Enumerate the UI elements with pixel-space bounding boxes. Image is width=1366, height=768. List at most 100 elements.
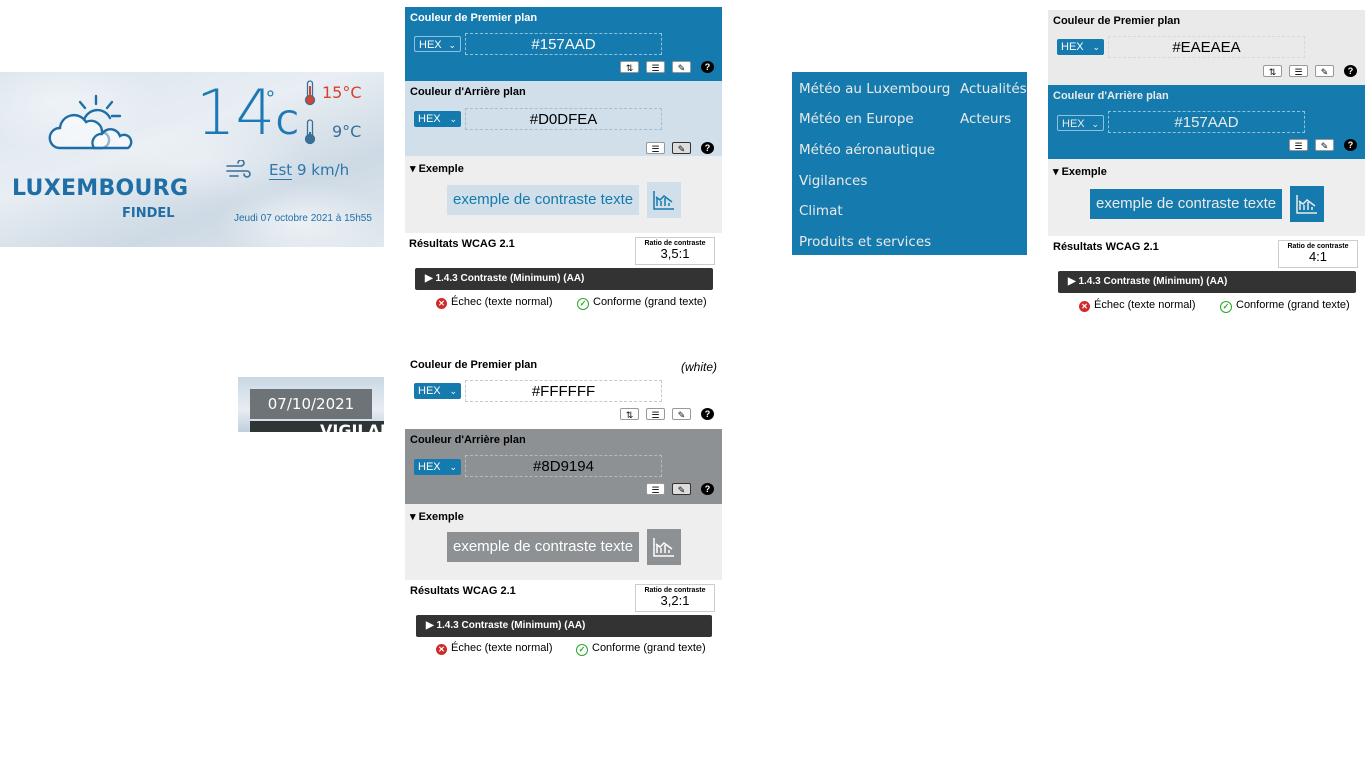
nav-item-meteo-luxembourg[interactable]: Météo au Luxembourg <box>799 81 950 97</box>
example-section: ▾ Exemple exemple de contraste texte <box>1048 159 1365 236</box>
help-icon[interactable]: ? <box>701 61 714 73</box>
chevron-down-icon: ⌄ <box>449 386 457 396</box>
foreground-format-select[interactable]: HEX ⌄ <box>414 36 461 52</box>
foreground-format-select[interactable]: HEX ⌄ <box>1057 39 1104 55</box>
nav-item-meteo-europe[interactable]: Météo en Europe <box>799 111 914 127</box>
max-temperature: 15°C <box>322 83 362 102</box>
results-title: Résultats WCAG 2.1 <box>410 585 516 597</box>
example-title-text: Exemple <box>418 511 464 523</box>
chevron-down-icon: ⌄ <box>449 462 457 472</box>
background-format-select[interactable]: HEX ⌄ <box>1057 115 1104 131</box>
swap-colors-icon[interactable]: ⇅ <box>1263 65 1282 77</box>
fail-icon: ✕ <box>436 644 447 655</box>
contrast-ratio-box: Ratio de contraste 3,2:1 <box>635 584 715 612</box>
nav-item-actualites[interactable]: Actualités <box>960 81 1027 97</box>
background-section: Couleur d'Arrière plan HEX ⌄ #157AAD ☰ ✎ … <box>1048 85 1365 159</box>
eyedropper-icon[interactable]: ✎ <box>672 483 691 495</box>
nav-item-climat[interactable]: Climat <box>799 203 843 219</box>
check-icon: ✓ <box>577 298 589 310</box>
eyedropper-icon[interactable]: ✎ <box>672 61 691 73</box>
nav-item-vigilances[interactable]: Vigilances <box>799 173 867 189</box>
eyedropper-icon[interactable]: ✎ <box>1315 65 1334 77</box>
background-hex-input[interactable]: #D0DFEA <box>465 108 662 130</box>
background-format-select[interactable]: HEX ⌄ <box>414 111 461 127</box>
wind-direction: Est <box>269 161 293 180</box>
criterion-label: 1.4.3 Contraste (Minimum) (AA) <box>1078 276 1228 287</box>
background-hex-input[interactable]: #157AAD <box>1108 111 1305 133</box>
results-title: Résultats WCAG 2.1 <box>1053 241 1159 253</box>
help-icon[interactable]: ? <box>701 142 714 154</box>
city-name: LUXEMBOURG <box>12 176 189 201</box>
background-hex-input[interactable]: #8D9194 <box>465 455 662 477</box>
nav-item-meteo-aeronautique[interactable]: Météo aéronautique <box>799 142 935 158</box>
foreground-section: Couleur de Premier plan HEX ⌄ #EAEAEA ⇅ ☰… <box>1048 10 1365 85</box>
thermometer-cold-icon <box>304 119 316 145</box>
sliders-icon[interactable]: ☰ <box>646 408 665 420</box>
help-icon[interactable]: ? <box>701 483 714 495</box>
swap-colors-icon[interactable]: ⇅ <box>620 408 639 420</box>
vigilance-strip: 07/10/2021 VIGILAN <box>238 377 384 432</box>
format-label: HEX <box>1062 118 1085 130</box>
chevron-down-icon: ⌄ <box>449 114 457 124</box>
foreground-color-name: (white) <box>680 360 717 374</box>
foreground-hex-input[interactable]: #FFFFFF <box>465 380 662 402</box>
sliders-icon[interactable]: ☰ <box>1289 65 1308 77</box>
degree-symbol: ° <box>266 86 275 111</box>
normal-result-label: Échec (texte normal) <box>451 296 553 308</box>
foreground-hex-input[interactable]: #157AAD <box>465 33 662 55</box>
help-icon[interactable]: ? <box>701 408 714 420</box>
help-icon[interactable]: ? <box>1344 139 1357 151</box>
foreground-title: Couleur de Premier plan <box>1053 15 1181 27</box>
example-title[interactable]: ▾ Exemple <box>410 162 464 175</box>
nav-item-produits-services[interactable]: Produits et services <box>799 234 931 250</box>
sliders-icon[interactable]: ☰ <box>646 483 665 495</box>
example-title[interactable]: ▾ Exemple <box>410 510 464 523</box>
thermometer-hot-icon <box>304 80 316 106</box>
chart-sample-icon <box>1290 186 1324 222</box>
example-text-sample: exemple de contraste texte <box>447 532 640 562</box>
sliders-icon[interactable]: ☰ <box>646 61 665 73</box>
foreground-hex-input[interactable]: #EAEAEA <box>1108 36 1305 58</box>
swap-colors-icon[interactable]: ⇅ <box>620 61 639 73</box>
large-text-result: ✓ Conforme (grand texte) <box>576 642 706 656</box>
results-title: Résultats WCAG 2.1 <box>409 238 515 250</box>
navigation-menu: Météo au Luxembourg Météo en Europe Mété… <box>792 72 1027 255</box>
background-title: Couleur d'Arrière plan <box>410 434 526 446</box>
weather-widget: LUXEMBOURG FINDEL 14 ° C 15°C 9°C Est 9 … <box>0 72 384 247</box>
large-text-result: ✓ Conforme (grand texte) <box>1220 299 1350 313</box>
partly-cloudy-icon <box>48 94 133 150</box>
format-label: HEX <box>418 461 441 473</box>
criterion-toggle[interactable]: ▶ 1.4.3 Contraste (Minimum) (AA) <box>416 615 712 637</box>
foreground-format-select[interactable]: HEX ⌄ <box>414 383 461 399</box>
sliders-icon[interactable]: ☰ <box>1289 139 1308 151</box>
contrast-checker-2: Couleur de Premier plan (white) HEX ⌄ #FF… <box>405 354 722 661</box>
fail-icon: ✕ <box>436 298 447 309</box>
criterion-toggle[interactable]: ▶ 1.4.3 Contraste (Minimum) (AA) <box>1058 271 1356 293</box>
criterion-toggle[interactable]: ▶ 1.4.3 Contraste (Minimum) (AA) <box>415 268 713 290</box>
help-icon[interactable]: ? <box>1344 65 1357 77</box>
background-format-select[interactable]: HEX ⌄ <box>414 459 461 475</box>
normal-result-label: Échec (texte normal) <box>1094 299 1196 311</box>
example-title-text: Exemple <box>1061 166 1107 178</box>
contrast-checker-3: Couleur de Premier plan HEX ⌄ #EAEAEA ⇅ ☰… <box>1048 10 1365 317</box>
chevron-down-icon: ⌄ <box>1092 42 1100 52</box>
eyedropper-icon[interactable]: ✎ <box>672 142 691 154</box>
eyedropper-icon[interactable]: ✎ <box>672 408 691 420</box>
sliders-icon[interactable]: ☰ <box>646 142 665 154</box>
contrast-ratio-box: Ratio de contraste 4:1 <box>1278 240 1358 268</box>
ratio-value: 3,2:1 <box>660 593 690 608</box>
station-name: FINDEL <box>122 206 175 221</box>
foreground-title: Couleur de Premier plan <box>410 359 538 371</box>
chart-sample-icon <box>647 182 681 218</box>
example-title[interactable]: ▾ Exemple <box>1053 165 1107 178</box>
nav-item-acteurs[interactable]: Acteurs <box>960 111 1011 127</box>
ratio-value: 3,5:1 <box>660 246 690 261</box>
example-text-sample: exemple de contraste texte <box>447 185 640 215</box>
normal-text-result: ✕ Échec (texte normal) <box>1079 299 1195 312</box>
eyedropper-icon[interactable]: ✎ <box>1315 139 1334 151</box>
example-section: ▾ Exemple exemple de contraste texte <box>405 156 722 233</box>
foreground-title: Couleur de Premier plan <box>410 12 538 24</box>
chart-sample-icon <box>647 529 681 565</box>
format-label: HEX <box>418 385 441 397</box>
background-title: Couleur d'Arrière plan <box>1053 90 1169 102</box>
